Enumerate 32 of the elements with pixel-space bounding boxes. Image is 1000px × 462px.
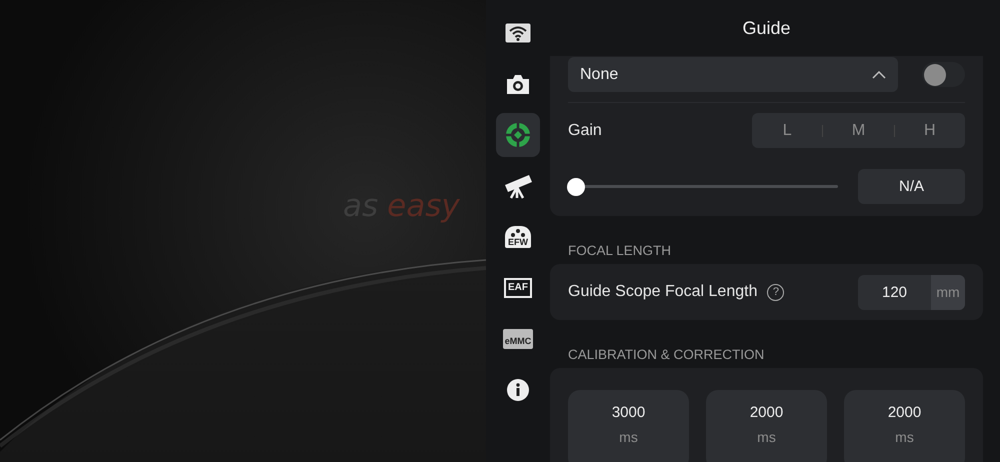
crosshair-icon [505,122,531,148]
gain-label: Gain [568,122,602,140]
wifi-icon [505,23,531,43]
sidebar-tab[interactable]: EFW [496,215,540,259]
dropdown[interactable]: None [568,57,898,92]
input-field[interactable]: 120 mm [858,274,965,310]
tagline-word: easy [387,187,460,226]
section-heading: CALIBRATION & CORRECTION [568,346,766,363]
gain-option[interactable]: M [823,113,894,148]
storage-icon: eMMC [502,329,534,349]
sidebar-tab[interactable]: EAF [496,266,540,310]
help-button[interactable]: ? [767,284,784,300]
sidebar-tab[interactable]: eMMC [496,317,540,361]
info-icon [506,378,530,402]
chevron-icon [872,70,886,78]
page-title: Guide [742,18,791,38]
section-heading: FOCAL LENGTH [568,242,672,259]
duration-tile[interactable]: 3000 ms [568,390,689,462]
gain-option[interactable]: H [894,113,965,148]
value-display: N/A [858,169,965,204]
duration-tile[interactable]: 2000 ms [844,390,965,462]
setting-label: Guide Scope Focal Length [568,283,758,301]
focuser-icon: EAF [504,278,532,298]
slider-thumb[interactable] [567,178,585,196]
telescope-icon [503,173,533,199]
gain-option[interactable]: L [752,113,822,148]
camera-icon [505,73,531,95]
toggle-switch[interactable] [922,62,965,87]
slider[interactable] [568,178,838,196]
sidebar-tab[interactable] [496,113,540,157]
duration-tile[interactable]: 2000 ms [706,390,827,462]
filter-wheel-icon: EFW [505,226,531,248]
